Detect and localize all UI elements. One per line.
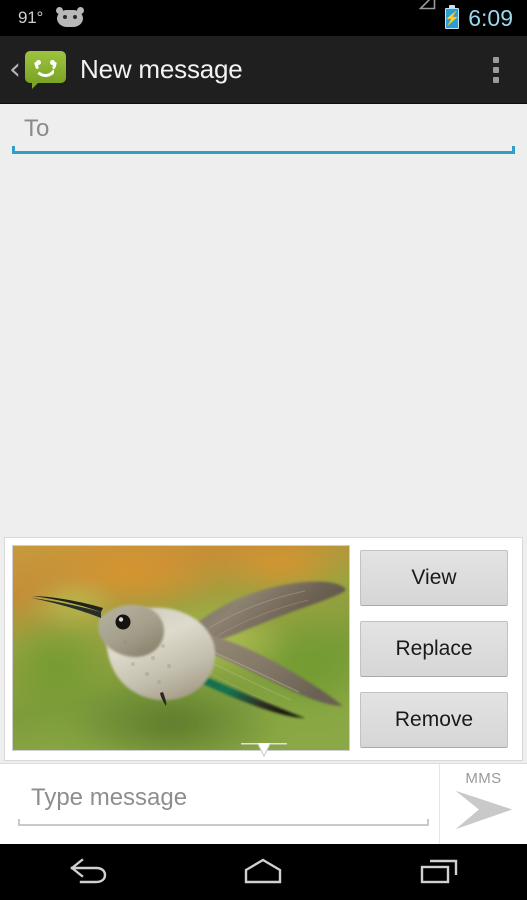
recipient-placeholder: To — [24, 115, 50, 142]
attachment-thumbnail[interactable] — [12, 545, 350, 751]
temperature-indicator: 91° — [18, 8, 44, 27]
replace-attachment-button[interactable]: Replace — [360, 621, 508, 677]
message-list[interactable] — [0, 162, 527, 537]
signal-triangle-icon — [419, 0, 436, 27]
navigation-bar — [0, 844, 527, 900]
nav-home-icon[interactable] — [213, 844, 313, 900]
message-input-placeholder: Type message — [31, 784, 188, 811]
send-button[interactable]: MMS — [439, 764, 527, 845]
attachment-actions: View Replace Remove — [350, 545, 515, 753]
overflow-menu-icon[interactable] — [475, 41, 517, 99]
status-bar-left: 91° — [18, 6, 419, 28]
status-bar-right: ⚡ 6:09 — [419, 0, 513, 32]
battery-charging-icon: ⚡ — [444, 4, 460, 29]
phone-screen: 91° ⚡ 6:09 ‹ New message To View Replace… — [0, 0, 527, 900]
messaging-bubble-icon[interactable] — [25, 50, 66, 89]
view-attachment-button[interactable]: View — [360, 550, 508, 606]
recipients-area: To — [0, 104, 527, 162]
action-bar: ‹ New message — [0, 36, 527, 104]
status-clock: 6:09 — [468, 4, 513, 31]
status-bar: 91° ⚡ 6:09 — [0, 0, 527, 36]
back-chevron-icon[interactable]: ‹ — [6, 54, 24, 85]
compose-bar: Type message MMS — [0, 763, 527, 845]
send-arrow-icon — [453, 788, 515, 832]
message-input[interactable]: Type message — [18, 776, 429, 834]
recipient-field[interactable]: To — [12, 110, 515, 158]
message-input-underline — [18, 819, 429, 826]
nav-recents-icon[interactable] — [389, 844, 489, 900]
remove-attachment-button[interactable]: Remove — [360, 692, 508, 748]
nav-back-icon[interactable] — [38, 844, 138, 900]
attachment-panel: View Replace Remove — [4, 537, 523, 761]
page-title: New message — [80, 54, 243, 84]
recipient-underline — [12, 146, 515, 154]
message-type-label: MMS — [465, 770, 502, 787]
android-face-icon — [56, 6, 85, 27]
